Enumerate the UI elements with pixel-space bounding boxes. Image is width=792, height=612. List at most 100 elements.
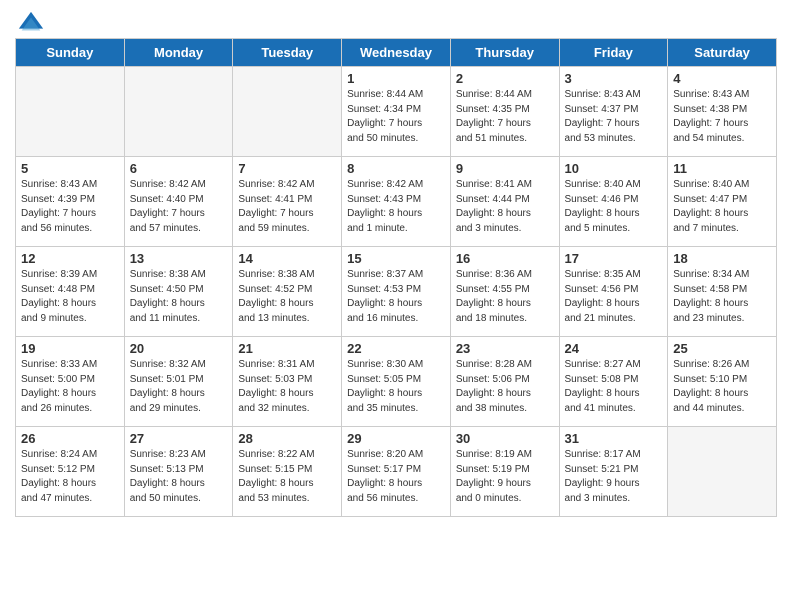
day-number: 31 — [565, 431, 663, 446]
day-number: 20 — [130, 341, 228, 356]
day-number: 19 — [21, 341, 119, 356]
day-number: 21 — [238, 341, 336, 356]
day-number: 4 — [673, 71, 771, 86]
day-number: 11 — [673, 161, 771, 176]
header — [15, 10, 777, 32]
day-info: Sunrise: 8:43 AM Sunset: 4:37 PM Dayligh… — [565, 88, 663, 146]
day-number: 16 — [456, 251, 554, 266]
calendar-week-row: 26 Sunrise: 8:24 AM Sunset: 5:12 PM Dayli… — [16, 427, 777, 517]
day-info: Sunrise: 8:43 AM Sunset: 4:38 PM Dayligh… — [673, 88, 771, 146]
page-container: SundayMondayTuesdayWednesdayThursdayFrid… — [0, 0, 792, 527]
weekday-header: Thursday — [450, 39, 559, 67]
day-number: 12 — [21, 251, 119, 266]
day-info: Sunrise: 8:23 AM Sunset: 5:13 PM Dayligh… — [130, 448, 228, 506]
calendar-header: SundayMondayTuesdayWednesdayThursdayFrid… — [16, 39, 777, 67]
day-number: 5 — [21, 161, 119, 176]
day-info: Sunrise: 8:24 AM Sunset: 5:12 PM Dayligh… — [21, 448, 119, 506]
day-number: 27 — [130, 431, 228, 446]
calendar-cell: 22Sunrise: 8:30 AM Sunset: 5:05 PM Dayli… — [342, 337, 451, 427]
day-info: Sunrise: 8:37 AM Sunset: 4:53 PM Dayligh… — [347, 268, 445, 326]
weekday-header: Friday — [559, 39, 668, 67]
day-number: 30 — [456, 431, 554, 446]
day-info: Sunrise: 8:42 AM Sunset: 4:43 PM Dayligh… — [347, 178, 445, 236]
weekday-row: SundayMondayTuesdayWednesdayThursdayFrid… — [16, 39, 777, 67]
day-info: Sunrise: 8:43 AM Sunset: 4:39 PM Dayligh… — [21, 178, 119, 236]
day-info: Sunrise: 8:44 AM Sunset: 4:34 PM Dayligh… — [347, 88, 445, 146]
day-number: 26 — [21, 431, 119, 446]
calendar-cell — [16, 67, 125, 157]
day-number: 8 — [347, 161, 445, 176]
day-info: Sunrise: 8:31 AM Sunset: 5:03 PM Dayligh… — [238, 358, 336, 416]
day-info: Sunrise: 8:33 AM Sunset: 5:00 PM Dayligh… — [21, 358, 119, 416]
calendar-cell: 21 Sunrise: 8:31 AM Sunset: 5:03 PM Dayli… — [233, 337, 342, 427]
weekday-header: Saturday — [668, 39, 777, 67]
day-number: 10 — [565, 161, 663, 176]
calendar-cell — [668, 427, 777, 517]
calendar-table: SundayMondayTuesdayWednesdayThursdayFrid… — [15, 38, 777, 517]
calendar-week-row: 12Sunrise: 8:39 AM Sunset: 4:48 PM Dayli… — [16, 247, 777, 337]
day-number: 6 — [130, 161, 228, 176]
day-info: Sunrise: 8:20 AM Sunset: 5:17 PM Dayligh… — [347, 448, 445, 506]
calendar-cell: 10 Sunrise: 8:40 AM Sunset: 4:46 PM Dayli… — [559, 157, 668, 247]
day-number: 23 — [456, 341, 554, 356]
calendar-cell: 26 Sunrise: 8:24 AM Sunset: 5:12 PM Dayli… — [16, 427, 125, 517]
day-info: Sunrise: 8:32 AM Sunset: 5:01 PM Dayligh… — [130, 358, 228, 416]
calendar-cell: 17 Sunrise: 8:35 AM Sunset: 4:56 PM Dayli… — [559, 247, 668, 337]
day-info: Sunrise: 8:36 AM Sunset: 4:55 PM Dayligh… — [456, 268, 554, 326]
calendar-cell: 25 Sunrise: 8:26 AM Sunset: 5:10 PM Dayli… — [668, 337, 777, 427]
calendar-cell: 16 Sunrise: 8:36 AM Sunset: 4:55 PM Dayli… — [450, 247, 559, 337]
calendar-cell: 1 Sunrise: 8:44 AM Sunset: 4:34 PM Daylig… — [342, 67, 451, 157]
calendar-week-row: 19 Sunrise: 8:33 AM Sunset: 5:00 PM Dayli… — [16, 337, 777, 427]
calendar-cell: 18Sunrise: 8:34 AM Sunset: 4:58 PM Dayli… — [668, 247, 777, 337]
calendar-week-row: 1 Sunrise: 8:44 AM Sunset: 4:34 PM Daylig… — [16, 67, 777, 157]
day-number: 2 — [456, 71, 554, 86]
weekday-header: Sunday — [16, 39, 125, 67]
calendar-cell: 8 Sunrise: 8:42 AM Sunset: 4:43 PM Daylig… — [342, 157, 451, 247]
day-number: 25 — [673, 341, 771, 356]
day-info: Sunrise: 8:17 AM Sunset: 5:21 PM Dayligh… — [565, 448, 663, 506]
calendar-cell: 28Sunrise: 8:22 AM Sunset: 5:15 PM Dayli… — [233, 427, 342, 517]
calendar-cell: 19 Sunrise: 8:33 AM Sunset: 5:00 PM Dayli… — [16, 337, 125, 427]
weekday-header: Monday — [124, 39, 233, 67]
day-number: 14 — [238, 251, 336, 266]
calendar-cell: 23 Sunrise: 8:28 AM Sunset: 5:06 PM Dayli… — [450, 337, 559, 427]
weekday-header: Tuesday — [233, 39, 342, 67]
day-number: 3 — [565, 71, 663, 86]
calendar-cell: 31 Sunrise: 8:17 AM Sunset: 5:21 PM Dayli… — [559, 427, 668, 517]
calendar-body: 1 Sunrise: 8:44 AM Sunset: 4:34 PM Daylig… — [16, 67, 777, 517]
day-number: 9 — [456, 161, 554, 176]
calendar-cell: 7 Sunrise: 8:42 AM Sunset: 4:41 PM Daylig… — [233, 157, 342, 247]
day-info: Sunrise: 8:35 AM Sunset: 4:56 PM Dayligh… — [565, 268, 663, 326]
calendar-cell: 29Sunrise: 8:20 AM Sunset: 5:17 PM Dayli… — [342, 427, 451, 517]
calendar-cell: 20 Sunrise: 8:32 AM Sunset: 5:01 PM Dayli… — [124, 337, 233, 427]
calendar-cell: 11 Sunrise: 8:40 AM Sunset: 4:47 PM Dayli… — [668, 157, 777, 247]
day-info: Sunrise: 8:41 AM Sunset: 4:44 PM Dayligh… — [456, 178, 554, 236]
day-info: Sunrise: 8:38 AM Sunset: 4:52 PM Dayligh… — [238, 268, 336, 326]
weekday-header: Wednesday — [342, 39, 451, 67]
calendar-cell: 30 Sunrise: 8:19 AM Sunset: 5:19 PM Dayli… — [450, 427, 559, 517]
day-info: Sunrise: 8:26 AM Sunset: 5:10 PM Dayligh… — [673, 358, 771, 416]
calendar-cell: 15 Sunrise: 8:37 AM Sunset: 4:53 PM Dayli… — [342, 247, 451, 337]
logo — [15, 10, 45, 32]
day-number: 15 — [347, 251, 445, 266]
calendar-cell: 9 Sunrise: 8:41 AM Sunset: 4:44 PM Daylig… — [450, 157, 559, 247]
calendar-cell: 13Sunrise: 8:38 AM Sunset: 4:50 PM Dayli… — [124, 247, 233, 337]
day-info: Sunrise: 8:27 AM Sunset: 5:08 PM Dayligh… — [565, 358, 663, 416]
day-info: Sunrise: 8:40 AM Sunset: 4:47 PM Dayligh… — [673, 178, 771, 236]
calendar-cell: 24Sunrise: 8:27 AM Sunset: 5:08 PM Dayli… — [559, 337, 668, 427]
day-info: Sunrise: 8:40 AM Sunset: 4:46 PM Dayligh… — [565, 178, 663, 236]
day-number: 28 — [238, 431, 336, 446]
day-info: Sunrise: 8:42 AM Sunset: 4:41 PM Dayligh… — [238, 178, 336, 236]
day-number: 18 — [673, 251, 771, 266]
day-number: 1 — [347, 71, 445, 86]
calendar-cell: 3 Sunrise: 8:43 AM Sunset: 4:37 PM Daylig… — [559, 67, 668, 157]
day-number: 22 — [347, 341, 445, 356]
day-number: 7 — [238, 161, 336, 176]
calendar-cell — [233, 67, 342, 157]
day-number: 17 — [565, 251, 663, 266]
day-info: Sunrise: 8:38 AM Sunset: 4:50 PM Dayligh… — [130, 268, 228, 326]
day-info: Sunrise: 8:28 AM Sunset: 5:06 PM Dayligh… — [456, 358, 554, 416]
calendar-cell: 5 Sunrise: 8:43 AM Sunset: 4:39 PM Daylig… — [16, 157, 125, 247]
day-info: Sunrise: 8:19 AM Sunset: 5:19 PM Dayligh… — [456, 448, 554, 506]
calendar-cell: 14 Sunrise: 8:38 AM Sunset: 4:52 PM Dayli… — [233, 247, 342, 337]
